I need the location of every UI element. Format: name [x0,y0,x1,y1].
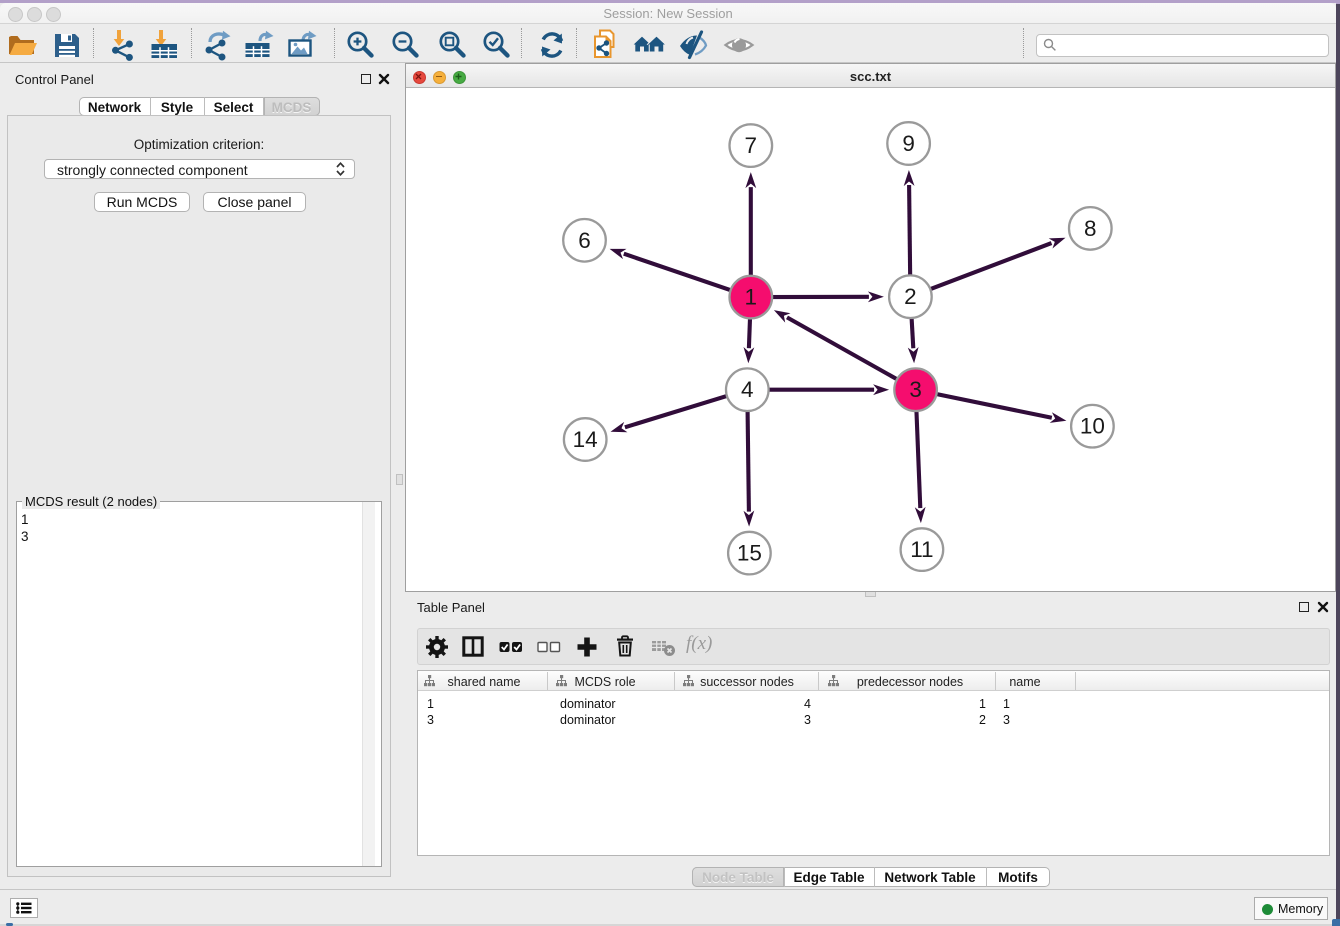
svg-text:7: 7 [745,133,758,158]
svg-text:1: 1 [745,285,758,310]
svg-text:8: 8 [1084,216,1097,241]
svg-text:2: 2 [904,284,917,309]
svg-text:3: 3 [909,377,922,402]
svg-text:6: 6 [578,228,591,253]
svg-text:11: 11 [910,537,933,562]
svg-text:9: 9 [902,131,915,156]
svg-text:15: 15 [737,541,762,566]
svg-text:14: 14 [573,427,598,452]
svg-text:4: 4 [741,377,754,402]
svg-text:10: 10 [1080,414,1105,439]
